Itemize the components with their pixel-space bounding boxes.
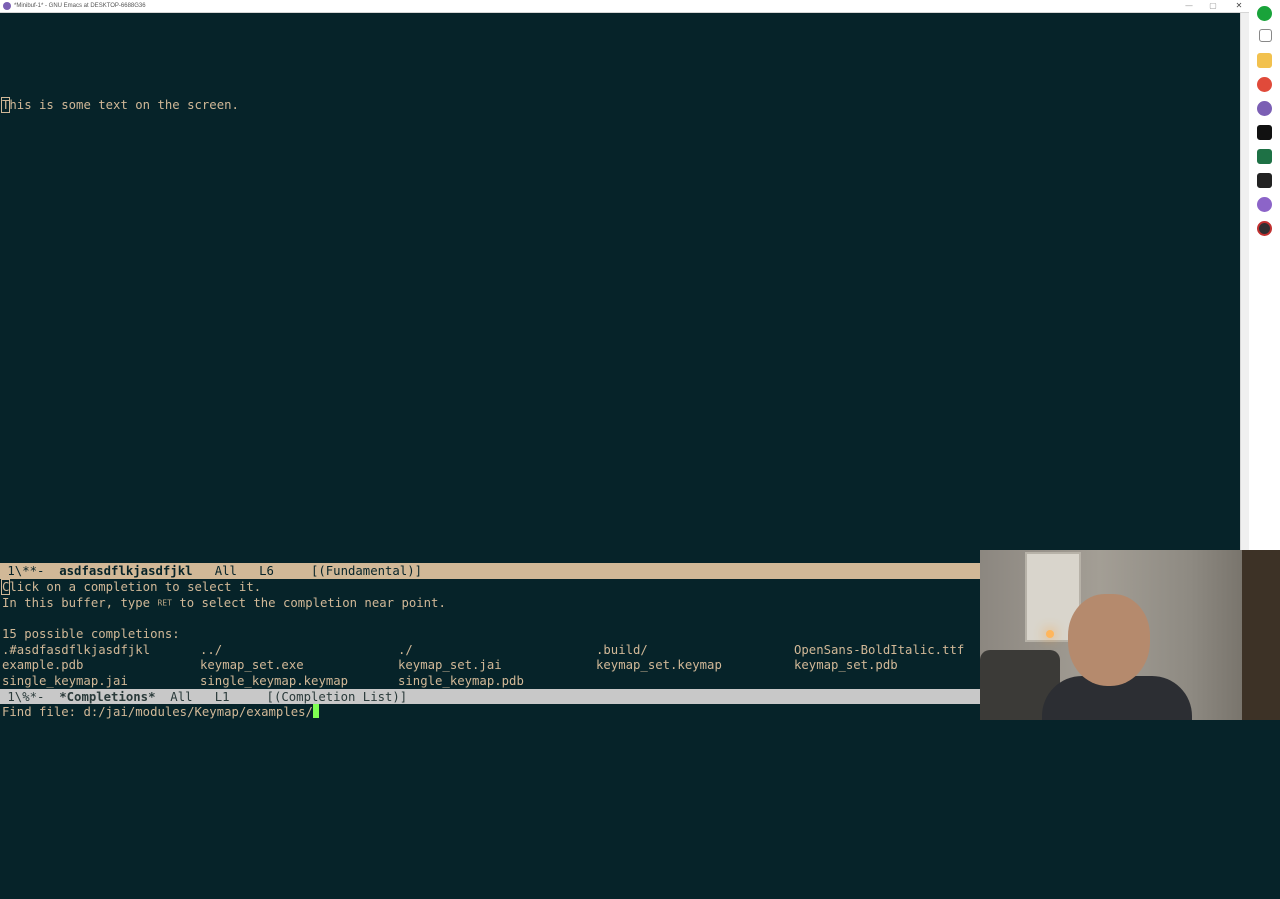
editor-buffer[interactable]: This is some text on the screen. [0,13,1240,563]
completion-item[interactable]: ./ [398,642,413,658]
vertical-scrollbar[interactable] [1240,13,1249,550]
minibuffer-line[interactable]: Find file: d:/jai/modules/Keymap/example… [2,704,319,720]
window-titlebar: *Minibuf-1* - GNU Emacs at DESKTOP-6688G… [0,0,1280,13]
presenter-head [1068,594,1150,686]
chrome-icon[interactable] [1257,77,1272,92]
minimize-button[interactable]: — [1178,0,1200,12]
completions-help-text-2a: In this buffer, type [2,596,158,610]
emacs-icon[interactable] [1257,101,1272,116]
emacs-alt-icon[interactable] [1257,197,1272,212]
file-explorer-icon[interactable] [1257,53,1272,68]
completions-help-line-1: Click on a completion to select it. [0,579,262,595]
taskbar [1249,0,1280,550]
completions-window[interactable]: Click on a completion to select it. In t… [0,579,980,689]
completions-help-text-2b: to select the completion near point. [171,596,446,610]
excel-icon[interactable] [1257,149,1272,164]
lamp [1046,630,1054,638]
modeline-status: 1\%*- [0,690,60,704]
webcam-overlay [980,550,1280,720]
completions-help-line-2: In this buffer, type RET to select the c… [2,595,446,612]
completion-item[interactable]: .#asdfasdflkjasdfjkl [2,642,150,658]
modeline-main[interactable]: 1\**- asdfasdflkjasdfjkl All L6 [(Fundam… [0,563,980,579]
modeline-mode: [(Completion List)] [266,690,408,704]
completion-item[interactable]: keymap_set.pdb [794,657,898,673]
completions-help-text-1: lick on a completion to select it. [9,580,262,594]
buffer-text-line: This is some text on the screen. [0,97,239,113]
modeline-mode: [(Fundamental)] [310,564,423,578]
terminal-icon[interactable] [1257,173,1272,188]
emacs-app-icon [3,2,11,10]
window-title: *Minibuf-1* - GNU Emacs at DESKTOP-6688G… [14,3,146,9]
completion-item[interactable]: example.pdb [2,657,83,673]
rider-icon[interactable] [1257,125,1272,140]
modeline-status: 1\**- [0,564,60,578]
chrome-green-icon[interactable] [1257,6,1272,21]
completion-item[interactable]: keymap_set.keymap [596,657,722,673]
completions-count: 15 possible completions: [2,627,180,641]
modeline-buffer-name: *Completions* [59,690,156,704]
modeline-completions[interactable]: 1\%*- *Completions* All L1 [(Completion … [0,689,980,705]
close-button[interactable]: ✕ [1228,0,1250,12]
completion-item[interactable]: single_keymap.jai [2,673,128,689]
maximize-button[interactable]: ▢ [1202,0,1224,12]
ret-key-label: RET [157,598,172,608]
completion-item[interactable]: ../ [200,642,222,658]
find-file-prompt: Find file: [2,705,84,719]
completion-item[interactable]: single_keymap.pdb [398,673,524,689]
completion-item[interactable]: single_keymap.keymap [200,673,348,689]
buffer-text: his is some text on the screen. [9,98,239,112]
find-file-input[interactable]: d:/jai/modules/Keymap/examples/ [83,705,313,719]
completion-item[interactable]: keymap_set.jai [398,657,502,673]
minibuffer-cursor [312,704,319,718]
obs-icon[interactable] [1257,221,1272,236]
modeline-position: All L1 [155,690,267,704]
task-view-icon[interactable] [1259,29,1272,42]
modeline-position: All L6 [192,564,311,578]
modeline-buffer-name: asdfasdflkjasdfjkl [59,564,193,578]
completion-item[interactable]: OpenSans-BoldItalic.ttf [794,642,964,658]
completion-item[interactable]: .build/ [596,642,648,658]
completion-item[interactable]: keymap_set.exe [200,657,304,673]
minibuffer[interactable]: Find file: d:/jai/modules/Keymap/example… [0,704,980,720]
bookshelf [1242,550,1280,720]
